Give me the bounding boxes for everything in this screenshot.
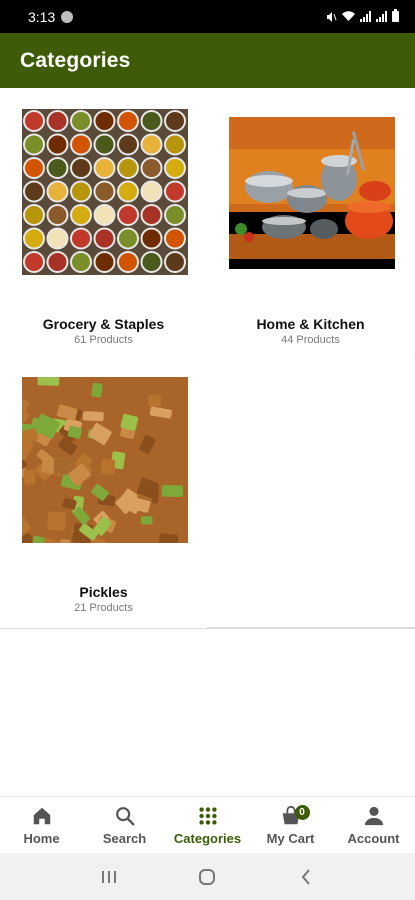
status-left: 3:13 xyxy=(28,8,74,25)
nav-label: Search xyxy=(102,830,147,846)
category-card-kitchen[interactable]: Home & Kitchen 44 Products xyxy=(207,92,414,360)
kitchen-image xyxy=(229,109,395,275)
cart-badge: 0 xyxy=(294,805,310,820)
category-count: 61 Products xyxy=(74,334,133,346)
grocery-image xyxy=(22,109,188,275)
home-button[interactable] xyxy=(195,865,219,889)
recent-apps-icon xyxy=(102,870,117,883)
category-card-grocery[interactable]: Grocery & Staples 61 Products xyxy=(0,92,207,360)
nav-label: Home xyxy=(23,830,60,846)
mute-icon xyxy=(327,11,337,22)
nav-home[interactable]: Home xyxy=(0,797,83,853)
wifi-icon xyxy=(342,11,355,21)
recent-apps-button[interactable] xyxy=(97,865,121,889)
category-count: 21 Products xyxy=(74,602,133,614)
category-name: Home & Kitchen xyxy=(256,316,365,332)
home-icon xyxy=(33,807,50,824)
system-nav-bar xyxy=(0,853,415,900)
grid-icon xyxy=(198,806,217,825)
nav-label: My Cart xyxy=(266,830,315,846)
category-grid: Grocery & Staples 61 Products Home & Kit… xyxy=(0,92,415,629)
page-title: Categories xyxy=(20,48,131,72)
nav-account[interactable]: Account xyxy=(332,797,415,853)
search-icon xyxy=(115,806,134,825)
status-right xyxy=(325,9,399,23)
signal-2-icon xyxy=(376,11,387,22)
category-card-pickles[interactable]: Pickles 21 Products xyxy=(0,360,207,628)
nav-label: Categories xyxy=(173,830,242,846)
back-chevron-icon xyxy=(301,868,310,885)
category-count: 44 Products xyxy=(281,334,340,346)
nav-categories[interactable]: Categories xyxy=(166,797,249,853)
category-name: Pickles xyxy=(79,584,128,600)
nav-cart[interactable]: 0 My Cart xyxy=(249,797,332,853)
status-bar: 3:13 xyxy=(0,0,415,33)
person-icon xyxy=(364,806,383,825)
category-name: Grocery & Staples xyxy=(42,316,165,332)
nav-search[interactable]: Search xyxy=(83,797,166,853)
status-time: 3:13 xyxy=(28,8,56,25)
back-button[interactable] xyxy=(294,865,318,889)
signal-icon xyxy=(360,11,371,22)
nav-label: Account xyxy=(347,830,400,846)
notification-icon xyxy=(61,10,74,23)
app-bar: Categories xyxy=(0,33,415,88)
bottom-nav: Home Search Categories 0 My Cart Account xyxy=(0,796,415,853)
home-circle-icon xyxy=(199,868,216,885)
pickles-image xyxy=(22,377,188,543)
battery-icon xyxy=(392,9,399,22)
